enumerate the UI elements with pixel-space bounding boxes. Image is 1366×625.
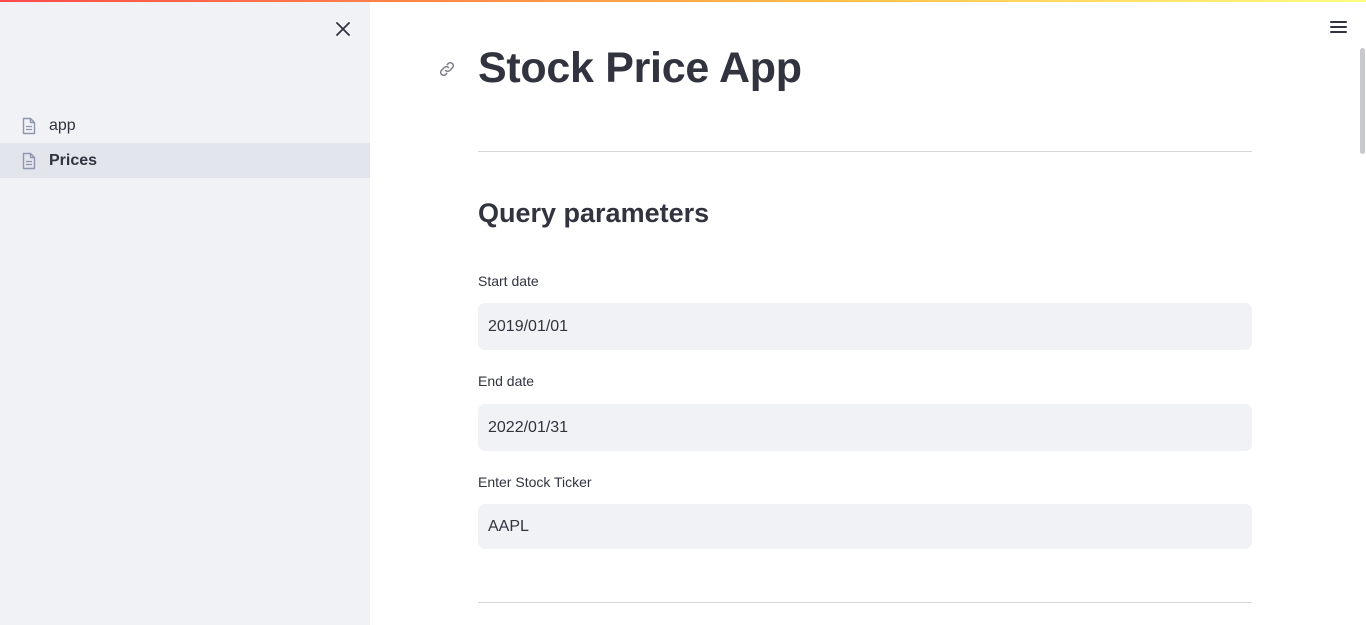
end-date-label: End date: [478, 373, 535, 389]
page-icon: [20, 117, 38, 135]
link-icon: [439, 61, 455, 77]
ticker-label: Enter Stock Ticker: [478, 474, 592, 490]
divider: [478, 151, 1252, 152]
end-date-input[interactable]: [478, 404, 1252, 451]
close-icon: [336, 22, 350, 36]
main-content: Stock Price App Query parameters Start d…: [370, 0, 1366, 625]
start-date-input[interactable]: [478, 303, 1252, 350]
hamburger-menu-icon: [1330, 21, 1347, 23]
divider: [478, 602, 1252, 603]
sidebar-item-label: app: [49, 116, 76, 134]
sidebar-close-button[interactable]: [331, 17, 355, 41]
sidebar: app Prices: [0, 0, 370, 625]
start-date-label: Start date: [478, 273, 539, 289]
sidebar-item-label: Prices: [49, 151, 98, 169]
page-icon: [20, 152, 38, 170]
title-anchor-link[interactable]: [436, 58, 458, 80]
header-decoration-bar: [0, 0, 1366, 2]
page-title: Stock Price App: [478, 44, 802, 92]
section-title: Query parameters: [478, 198, 710, 228]
ticker-input[interactable]: [478, 504, 1252, 549]
sidebar-item-app[interactable]: app: [0, 108, 370, 143]
sidebar-item-prices[interactable]: Prices: [0, 143, 370, 178]
sidebar-nav: app Prices: [0, 108, 370, 178]
scrollbar-thumb[interactable]: [1360, 48, 1365, 154]
main-menu-button[interactable]: [1328, 17, 1350, 37]
